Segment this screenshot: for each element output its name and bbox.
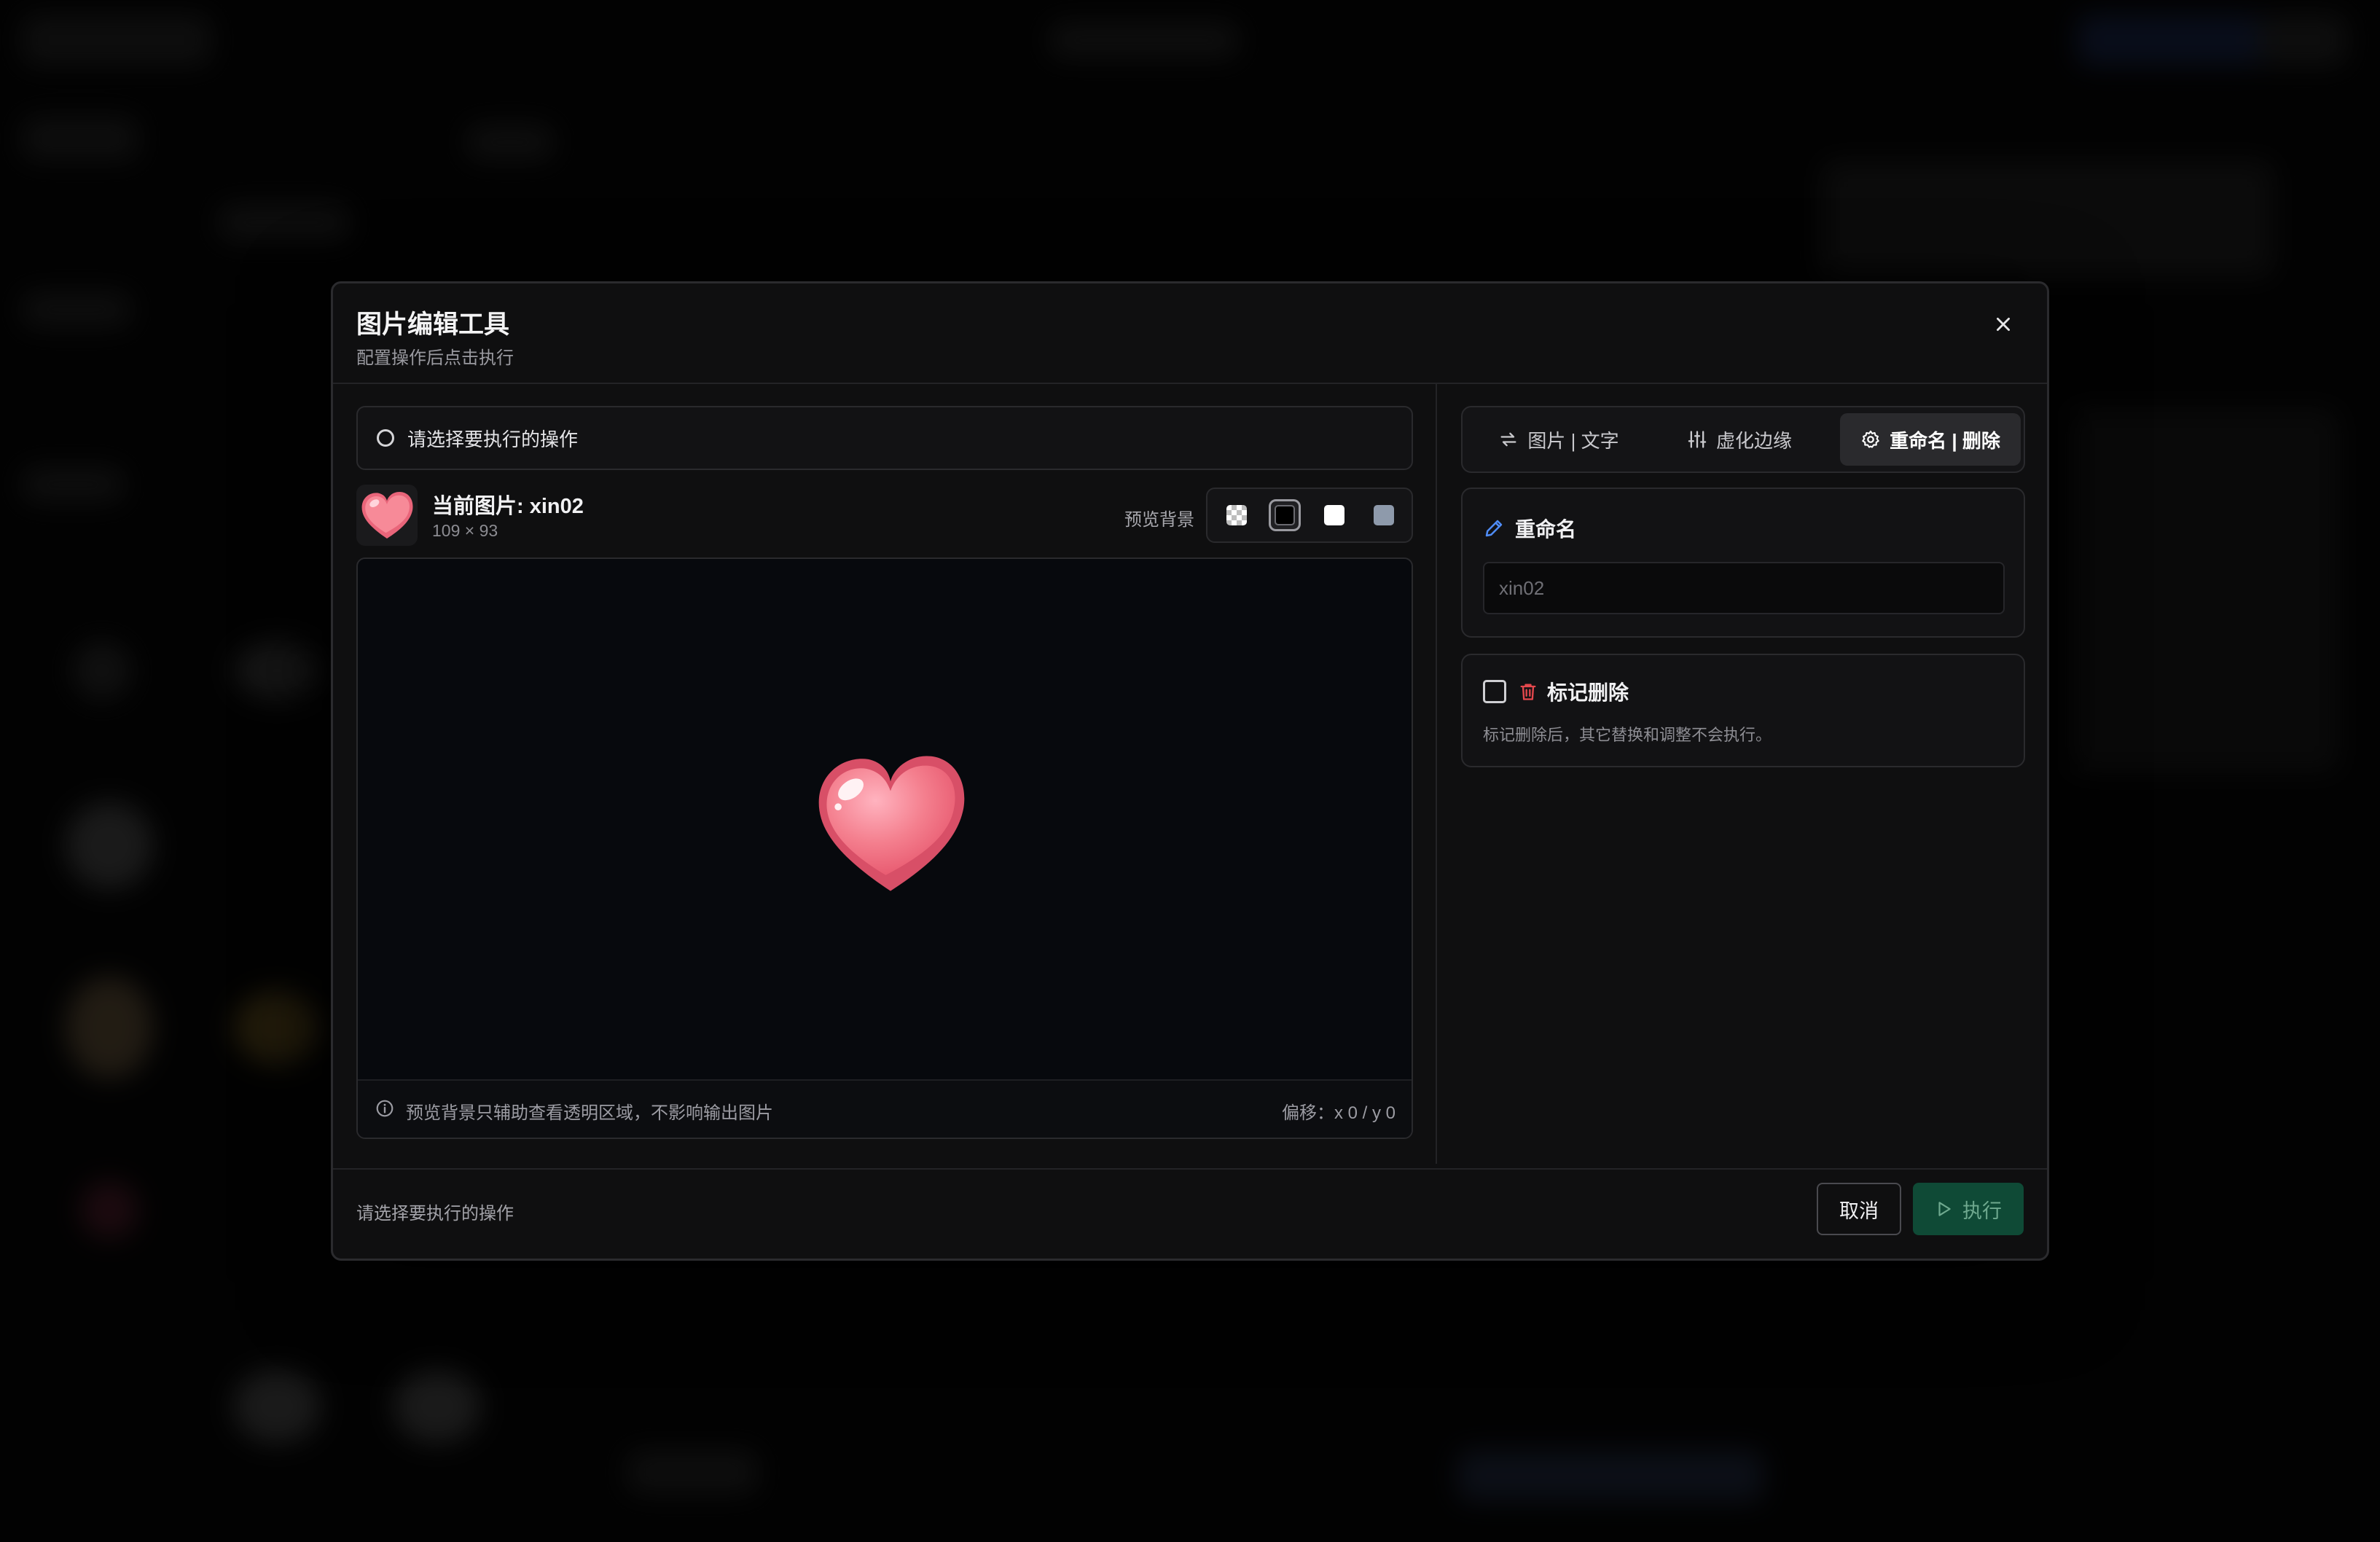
preview-footer: 预览背景只辅助查看透明区域，不影响输出图片 偏移：x 0 / y 0	[358, 1079, 1412, 1138]
rename-heading-text: 重命名	[1515, 518, 1577, 541]
preview-bg-label: 预览背景	[1124, 510, 1194, 530]
dialog-title: 图片编辑工具	[356, 310, 510, 339]
panel-divider	[1436, 383, 1437, 1164]
close-icon	[1997, 318, 2010, 331]
image-preview-canvas[interactable]: 预览背景只辅助查看透明区域，不影响输出图片 偏移：x 0 / y 0	[356, 557, 1413, 1139]
bg-swatch-gray[interactable]	[1368, 499, 1400, 531]
preview-panel: 请选择要执行的操作 当前图片: xin02 109 × 93 预览背景 预览背景…	[356, 406, 1413, 1140]
mark-delete-description: 标记删除后，其它替换和调整不会执行。	[1483, 726, 1772, 744]
bg-swatch-black[interactable]	[1269, 499, 1301, 531]
preview-note: 预览背景只辅助查看透明区域，不影响输出图片	[406, 1103, 773, 1123]
heart-thumbnail-icon	[361, 492, 413, 539]
tab-blur-edge-label: 虚化边缘	[1715, 429, 1792, 452]
tab-image-text-label: 图片 | 文字	[1527, 429, 1619, 452]
pencil-icon	[1485, 520, 1503, 537]
mark-delete-row: 标记删除	[1483, 677, 1629, 706]
preview-bg-swatches	[1206, 488, 1413, 543]
mark-delete-label: 标记删除	[1547, 681, 1629, 704]
dialog-header: 图片编辑工具 配置操作后点击执行	[333, 283, 2047, 384]
bg-swatch-transparent[interactable]	[1221, 499, 1253, 531]
dialog-subtitle: 配置操作后点击执行	[356, 348, 514, 368]
dialog-footer: 请选择要执行的操作 取消 执行	[333, 1168, 2047, 1259]
current-image-dimensions: 109 × 93	[432, 521, 498, 540]
white-swatch-fill	[1324, 505, 1344, 525]
current-image-name: 当前图片: xin02	[432, 495, 584, 518]
gray-swatch-fill	[1374, 505, 1394, 525]
rename-input[interactable]	[1483, 562, 2005, 614]
swap-icon	[1500, 432, 1516, 447]
sliders-icon	[1688, 431, 1707, 448]
operation-select-text: 请选择要执行的操作	[407, 428, 579, 450]
mark-delete-checkbox[interactable]	[1483, 680, 1506, 703]
mode-tabs: 图片 | 文字 虚化边缘 重命名 | 删除	[1461, 406, 2025, 473]
delete-card: 标记删除 标记删除后，其它替换和调整不会执行。	[1461, 654, 2025, 767]
current-image-row: 当前图片: xin02 109 × 93 预览背景	[356, 485, 1413, 547]
rename-heading: 重命名	[1483, 514, 1576, 543]
radio-circle-icon	[377, 429, 394, 447]
settings-panel: 图片 | 文字 虚化边缘 重命名 | 删除 重命名 xin02 标记删除 标记删…	[1461, 406, 2025, 1140]
checker-pattern-icon	[1226, 505, 1247, 525]
gear-icon	[1862, 430, 1879, 448]
operation-select[interactable]: 请选择要执行的操作	[356, 406, 1413, 470]
tab-rename-delete[interactable]: 重命名 | 删除	[1840, 413, 2021, 466]
footer-status: 请选择要执行的操作	[356, 1204, 514, 1224]
play-icon	[1938, 1202, 1951, 1216]
info-icon	[376, 1100, 394, 1117]
bg-swatch-white[interactable]	[1318, 499, 1350, 531]
tab-blur-edge[interactable]: 虚化边缘	[1649, 413, 1830, 466]
image-edit-dialog: 图片编辑工具 配置操作后点击执行 请选择要执行的操作 当前图片: xin02 1…	[331, 281, 2049, 1261]
close-button[interactable]	[1987, 308, 2019, 340]
tab-image-text[interactable]: 图片 | 文字	[1468, 413, 1649, 466]
heart-image	[818, 756, 965, 891]
offset-readout: 偏移：x 0 / y 0	[1281, 1103, 1395, 1123]
preview-stage	[358, 559, 1412, 1082]
rename-card: 重命名	[1461, 488, 2025, 638]
execute-button-label: 执行	[1962, 1199, 2002, 1222]
current-image-thumbnail	[356, 485, 418, 546]
tab-rename-delete-label: 重命名 | 删除	[1890, 429, 2000, 452]
dialog-body: 请选择要执行的操作 当前图片: xin02 109 × 93 预览背景 预览背景…	[333, 383, 2047, 1164]
black-swatch-fill	[1275, 505, 1295, 525]
trash-icon	[1520, 684, 1536, 700]
execute-button[interactable]: 执行	[1913, 1183, 2024, 1235]
cancel-button[interactable]: 取消	[1817, 1183, 1901, 1235]
